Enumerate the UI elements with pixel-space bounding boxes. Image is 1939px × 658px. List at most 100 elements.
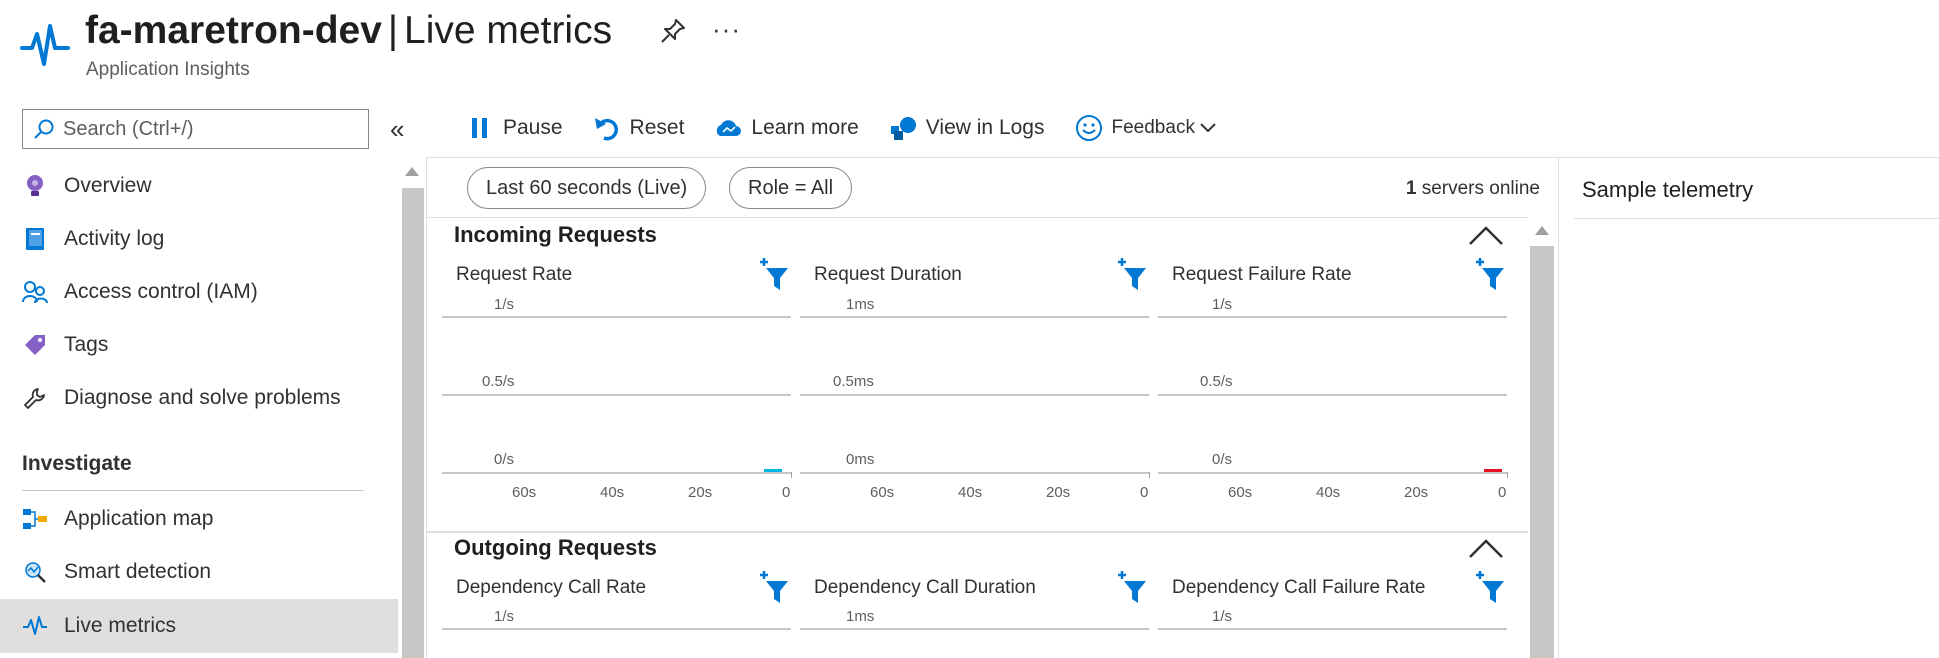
chart-title: Request Rate xyxy=(456,264,573,285)
people-icon xyxy=(22,279,48,305)
pause-icon xyxy=(466,114,494,142)
pin-icon[interactable] xyxy=(658,16,688,46)
page-name: Live metrics xyxy=(404,9,613,52)
wrench-icon xyxy=(22,385,48,411)
sidebar-item-access-control[interactable]: Access control (IAM) xyxy=(0,266,398,318)
y-axis-label: 0/s xyxy=(1212,451,1233,468)
servers-online-status: 1 servers online xyxy=(1380,178,1540,200)
main-scrollbar[interactable] xyxy=(1530,218,1554,658)
y-axis-label: 0.5/s xyxy=(482,373,515,390)
add-filter-icon[interactable] xyxy=(756,258,790,292)
x-axis-tick: 60s xyxy=(1228,484,1253,501)
y-axis-label: 0.5/s xyxy=(1200,373,1233,390)
live-data-spike xyxy=(764,469,782,472)
x-axis-tick: 0 xyxy=(1498,484,1507,501)
incoming-requests-title: Incoming Requests xyxy=(454,222,657,247)
resource-type-subtitle: Application Insights xyxy=(86,59,250,80)
collapse-sidebar-icon[interactable]: « xyxy=(390,114,404,145)
outgoing-requests-title: Outgoing Requests xyxy=(454,535,657,560)
learn-more-button[interactable]: Learn more xyxy=(714,114,859,142)
chart-request-failure-rate: Request Failure Rate 1/s 0.5/s 0/s 60s 4… xyxy=(1158,258,1508,504)
x-axis-tick-mark xyxy=(1507,472,1508,478)
time-range-filter[interactable]: Last 60 seconds (Live) xyxy=(467,167,707,209)
sample-telemetry-divider xyxy=(1574,218,1939,219)
sidebar-scrollbar[interactable] xyxy=(400,160,424,658)
sidebar-item-application-map[interactable]: Application map xyxy=(0,493,398,545)
title-separator: | xyxy=(387,9,399,52)
add-filter-icon[interactable] xyxy=(1114,258,1148,292)
sidebar-item-overview[interactable]: Overview xyxy=(0,160,398,212)
servers-count: 1 xyxy=(1405,178,1417,199)
chart-dependency-call-rate: Dependency Call Rate 1/s xyxy=(442,571,791,658)
gridline xyxy=(800,628,1149,630)
view-in-logs-button[interactable]: View in Logs xyxy=(889,114,1045,142)
add-filter-icon[interactable] xyxy=(1114,571,1148,605)
scroll-up-arrow-icon[interactable] xyxy=(405,167,419,176)
smart-detection-icon xyxy=(22,559,48,585)
collapse-section-chevron-icon[interactable] xyxy=(1468,224,1504,246)
app-map-icon xyxy=(22,506,48,532)
sidebar-item-label: Access control (IAM) xyxy=(64,280,258,303)
gridline xyxy=(1158,394,1507,396)
chevron-down-icon xyxy=(1200,123,1216,133)
page-title: fa-maretron-dev | Live metrics xyxy=(85,8,612,54)
add-filter-icon[interactable] xyxy=(1472,258,1506,292)
chart-dependency-call-failure-rate: Dependency Call Failure Rate 1/s xyxy=(1158,571,1507,658)
cloud-book-icon xyxy=(714,114,742,142)
chart-request-rate: Request Rate 1/s 0.5/s 0/s 60s 40s 20s 0 xyxy=(442,258,792,504)
y-axis-label: 1/s xyxy=(494,296,515,313)
collapse-section-chevron-icon[interactable] xyxy=(1468,537,1504,559)
sidebar-item-activity-log[interactable]: Activity log xyxy=(0,213,398,265)
sidebar-item-label: Tags xyxy=(64,333,109,356)
sidebar-item-label: Smart detection xyxy=(64,560,212,583)
sidebar-item-label: Live metrics xyxy=(64,614,177,637)
y-axis-label: 1/s xyxy=(494,608,515,625)
chart-title: Request Failure Rate xyxy=(1172,264,1352,285)
gridline xyxy=(1158,316,1507,318)
search-input[interactable] xyxy=(63,117,353,141)
filter-divider xyxy=(426,217,1528,218)
gridline xyxy=(800,394,1149,396)
scrollbar-thumb[interactable] xyxy=(402,188,424,658)
pause-button[interactable]: Pause xyxy=(466,114,563,142)
y-axis-label: 1/s xyxy=(1212,296,1233,313)
servers-online-label: servers online xyxy=(1416,178,1540,199)
add-filter-icon[interactable] xyxy=(756,571,790,605)
section-divider xyxy=(426,531,1528,533)
scroll-up-arrow-icon[interactable] xyxy=(1535,226,1549,235)
chart-title: Dependency Call Failure Rate xyxy=(1172,577,1426,598)
x-axis-tick: 20s xyxy=(1404,484,1429,501)
y-axis-label: 0/s xyxy=(494,451,515,468)
sidebar-item-label: Application map xyxy=(64,507,214,530)
x-axis-tick: 40s xyxy=(600,484,625,501)
scrollbar-thumb[interactable] xyxy=(1530,246,1554,658)
sample-pane-border xyxy=(1558,157,1559,658)
sidebar-item-tags[interactable]: Tags xyxy=(0,319,398,371)
search-box[interactable] xyxy=(22,109,369,149)
more-options-icon[interactable]: ··· xyxy=(712,14,741,45)
feedback-button[interactable]: Feedback xyxy=(1075,114,1217,142)
x-axis-tick: 60s xyxy=(512,484,537,501)
gridline xyxy=(1158,628,1507,630)
x-axis-tick: 0 xyxy=(782,484,791,501)
learn-more-label: Learn more xyxy=(751,116,859,139)
reset-button[interactable]: Reset xyxy=(593,114,684,142)
y-axis-label: 1ms xyxy=(846,608,875,625)
y-axis-label: 1/s xyxy=(1212,608,1233,625)
x-axis-tick: 60s xyxy=(870,484,895,501)
x-axis-tick: 20s xyxy=(688,484,713,501)
x-axis-tick: 20s xyxy=(1046,484,1071,501)
search-icon xyxy=(34,119,54,139)
failure-data-spike xyxy=(1484,469,1502,472)
x-axis-tick: 40s xyxy=(958,484,983,501)
y-axis-label: 0ms xyxy=(846,451,875,468)
sidebar-item-smart-detection[interactable]: Smart detection xyxy=(0,546,398,598)
add-filter-icon[interactable] xyxy=(1472,571,1506,605)
sidebar-item-diagnose[interactable]: Diagnose and solve problems xyxy=(0,372,398,424)
role-filter[interactable]: Role = All xyxy=(729,167,853,209)
baseline xyxy=(1158,472,1507,474)
reset-icon xyxy=(593,114,621,142)
sidebar-item-live-metrics[interactable]: Live metrics xyxy=(0,599,398,653)
sidebar-section-investigate: Investigate xyxy=(22,452,132,475)
tag-icon xyxy=(22,332,48,358)
